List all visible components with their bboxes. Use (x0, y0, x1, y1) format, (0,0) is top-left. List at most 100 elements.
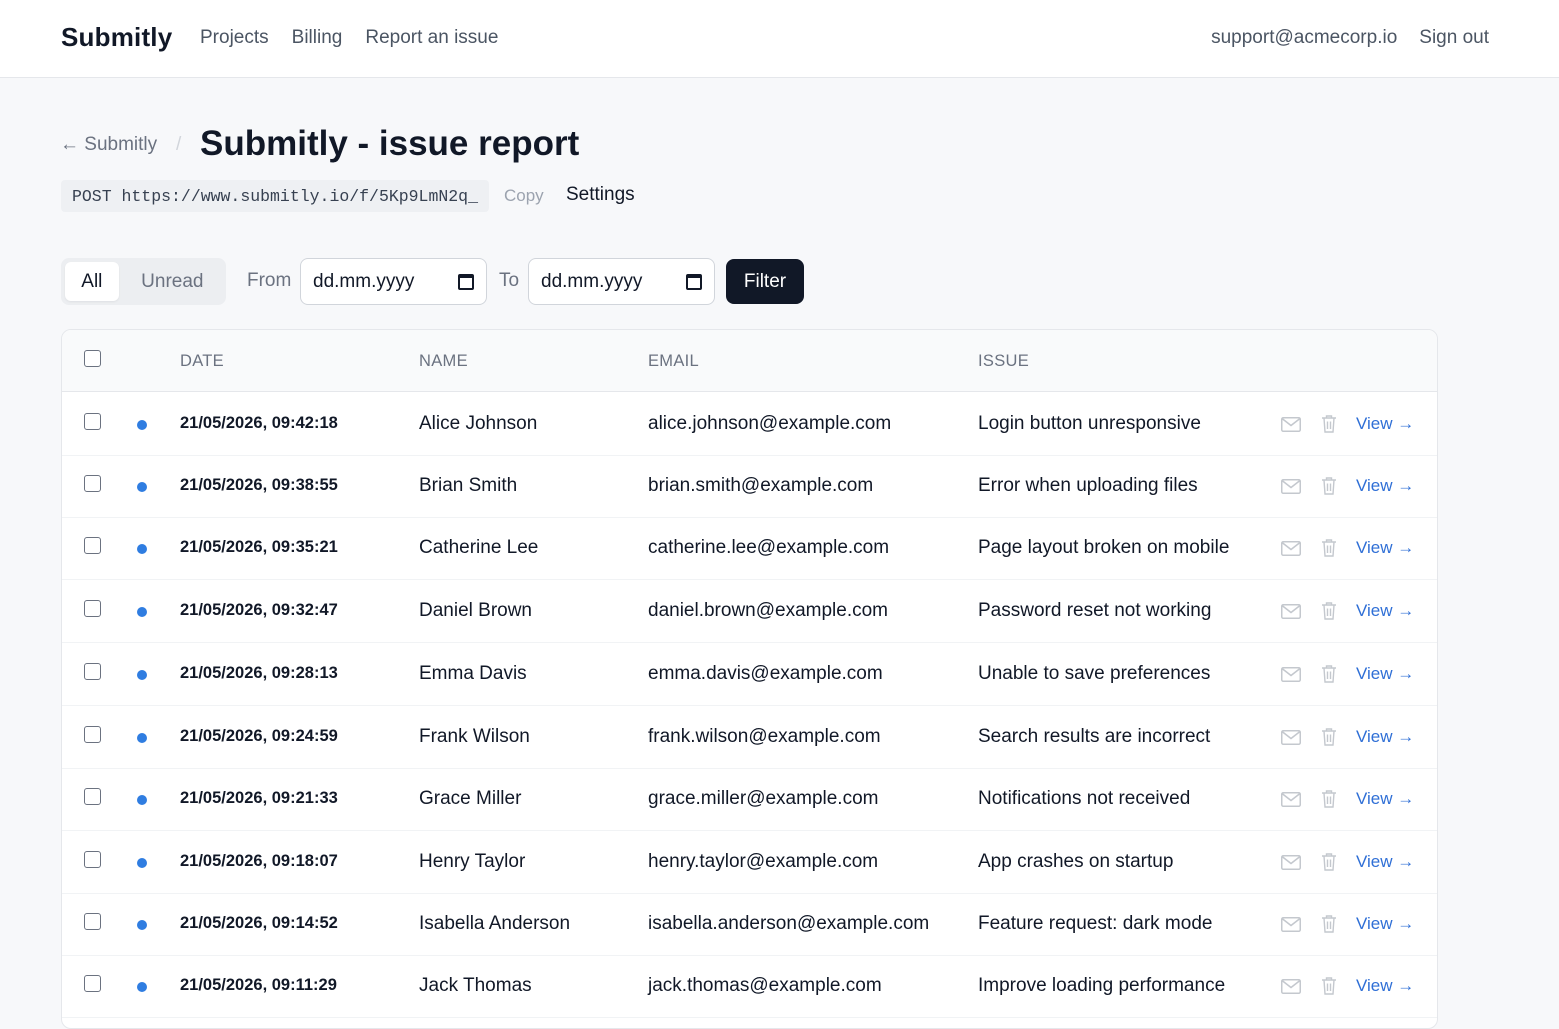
trash-icon[interactable] (1321, 852, 1337, 871)
nav-report-issue[interactable]: Report an issue (365, 27, 498, 49)
unread-dot-icon (137, 920, 147, 930)
unread-dot-icon (137, 858, 147, 868)
view-link[interactable]: View → (1356, 976, 1414, 996)
read-filter-tabs: All Unread (61, 258, 226, 305)
row-issue: Unable to save preferences (978, 663, 1211, 684)
to-date-value: dd.mm.yyyy (541, 270, 643, 292)
nav-projects[interactable]: Projects (200, 27, 269, 49)
view-link[interactable]: View → (1356, 476, 1414, 496)
endpoint-url: POST https://www.submitly.io/f/5Kp9LmN2q… (61, 180, 489, 212)
trash-icon[interactable] (1321, 414, 1337, 433)
row-issue: Notifications not received (978, 788, 1191, 809)
brand-logo[interactable]: Submitly (61, 22, 172, 53)
row-checkbox[interactable] (84, 413, 101, 430)
view-link[interactable]: View → (1356, 414, 1414, 434)
trash-icon[interactable] (1321, 664, 1337, 683)
tab-unread[interactable]: Unread (123, 262, 222, 301)
table-row[interactable]: 21/05/2026, 09:24:59 Frank Wilson frank.wi… (62, 706, 1437, 769)
row-checkbox[interactable] (84, 663, 101, 680)
table-row[interactable]: 21/05/2026, 09:35:21 Catherine Lee catheri… (62, 517, 1437, 580)
trash-icon[interactable] (1321, 538, 1337, 557)
row-date: 21/05/2026, 09:14:52 (180, 914, 338, 932)
table-row[interactable]: 21/05/2026, 09:14:52 Isabella Anderson isa… (62, 893, 1437, 956)
row-name: Frank Wilson (419, 726, 530, 747)
nav-billing[interactable]: Billing (292, 27, 343, 49)
mail-icon[interactable] (1281, 855, 1301, 870)
row-checkbox[interactable] (84, 726, 101, 743)
mail-icon[interactable] (1281, 604, 1301, 619)
row-checkbox[interactable] (84, 975, 101, 992)
view-link[interactable]: View → (1356, 789, 1414, 809)
row-date: 21/05/2026, 09:18:07 (180, 852, 338, 870)
row-issue: Password reset not working (978, 600, 1212, 621)
row-checkbox[interactable] (84, 788, 101, 805)
unread-dot-icon (137, 733, 147, 743)
to-label: To (499, 270, 520, 291)
table-row[interactable]: 21/05/2026, 09:32:47 Daniel Brown daniel.b… (62, 580, 1437, 643)
row-email: jack.thomas@example.com (648, 975, 882, 996)
table-row[interactable]: 21/05/2026, 09:21:33 Grace Miller grace.mi… (62, 768, 1437, 831)
view-link[interactable]: View → (1356, 852, 1414, 872)
from-date-input[interactable]: dd.mm.yyyy (300, 258, 487, 305)
trash-icon[interactable] (1321, 601, 1337, 620)
select-all-checkbox[interactable] (84, 350, 101, 367)
view-link[interactable]: View → (1356, 727, 1414, 747)
trash-icon[interactable] (1321, 727, 1337, 746)
table-row[interactable]: 21/05/2026, 09:18:07 Henry Taylor henry.ta… (62, 831, 1437, 894)
row-email: daniel.brown@example.com (648, 600, 889, 621)
row-checkbox[interactable] (84, 913, 101, 930)
calendar-icon[interactable] (686, 273, 702, 290)
row-name: Alice Johnson (419, 413, 538, 434)
settings-link[interactable]: Settings (566, 184, 635, 206)
view-link[interactable]: View → (1356, 601, 1414, 621)
mail-icon[interactable] (1281, 667, 1301, 682)
column-email: EMAIL (648, 352, 700, 370)
row-checkbox[interactable] (84, 475, 101, 492)
row-name: Jack Thomas (419, 975, 532, 996)
mail-icon[interactable] (1281, 417, 1301, 432)
table-row[interactable]: 21/05/2026, 09:42:18 Alice Johnson alice.j… (62, 393, 1437, 456)
trash-icon[interactable] (1321, 476, 1337, 495)
back-breadcrumb[interactable]: ← Submitly (60, 134, 157, 156)
mail-icon[interactable] (1281, 917, 1301, 932)
row-issue: Search results are incorrect (978, 726, 1211, 747)
row-name: Brian Smith (419, 475, 518, 496)
copy-button[interactable]: Copy (504, 186, 544, 206)
unread-dot-icon (137, 607, 147, 617)
mail-icon[interactable] (1281, 730, 1301, 745)
row-name: Isabella Anderson (419, 913, 571, 934)
mail-icon[interactable] (1281, 479, 1301, 494)
column-issue: ISSUE (978, 352, 1030, 370)
table-row[interactable]: 21/05/2026, 09:38:55 Brian Smith brian.smi… (62, 455, 1437, 518)
sign-out-link[interactable]: Sign out (1419, 27, 1489, 49)
account-email[interactable]: support@acmecorp.io (1211, 27, 1397, 49)
row-email: emma.davis@example.com (648, 663, 883, 684)
view-link[interactable]: View → (1356, 538, 1414, 558)
from-date-value: dd.mm.yyyy (313, 270, 415, 292)
table-row[interactable]: 21/05/2026, 09:28:13 Emma Davis emma.davis… (62, 643, 1437, 706)
row-checkbox[interactable] (84, 851, 101, 868)
trash-icon[interactable] (1321, 789, 1337, 808)
row-date: 21/05/2026, 09:38:55 (180, 476, 338, 494)
view-link[interactable]: View → (1356, 914, 1414, 934)
view-link[interactable]: View → (1356, 664, 1414, 684)
trash-icon[interactable] (1321, 976, 1337, 995)
tab-all[interactable]: All (65, 262, 119, 301)
row-checkbox[interactable] (84, 537, 101, 554)
mail-icon[interactable] (1281, 792, 1301, 807)
mail-icon[interactable] (1281, 979, 1301, 994)
calendar-icon[interactable] (458, 273, 474, 290)
mail-icon[interactable] (1281, 541, 1301, 556)
filter-button[interactable]: Filter (726, 259, 804, 304)
trash-icon[interactable] (1321, 914, 1337, 933)
to-date-input[interactable]: dd.mm.yyyy (528, 258, 715, 305)
submissions-table: DATE NAME EMAIL ISSUE 21/05/2026, 09:42:… (61, 329, 1438, 1029)
row-name: Emma Davis (419, 663, 527, 684)
from-label: From (247, 270, 292, 291)
row-date: 21/05/2026, 09:28:13 (180, 664, 338, 682)
row-date: 21/05/2026, 09:32:47 (180, 601, 338, 619)
unread-dot-icon (137, 420, 147, 430)
column-date: DATE (180, 352, 224, 370)
row-checkbox[interactable] (84, 600, 101, 617)
unread-dot-icon (137, 482, 147, 492)
